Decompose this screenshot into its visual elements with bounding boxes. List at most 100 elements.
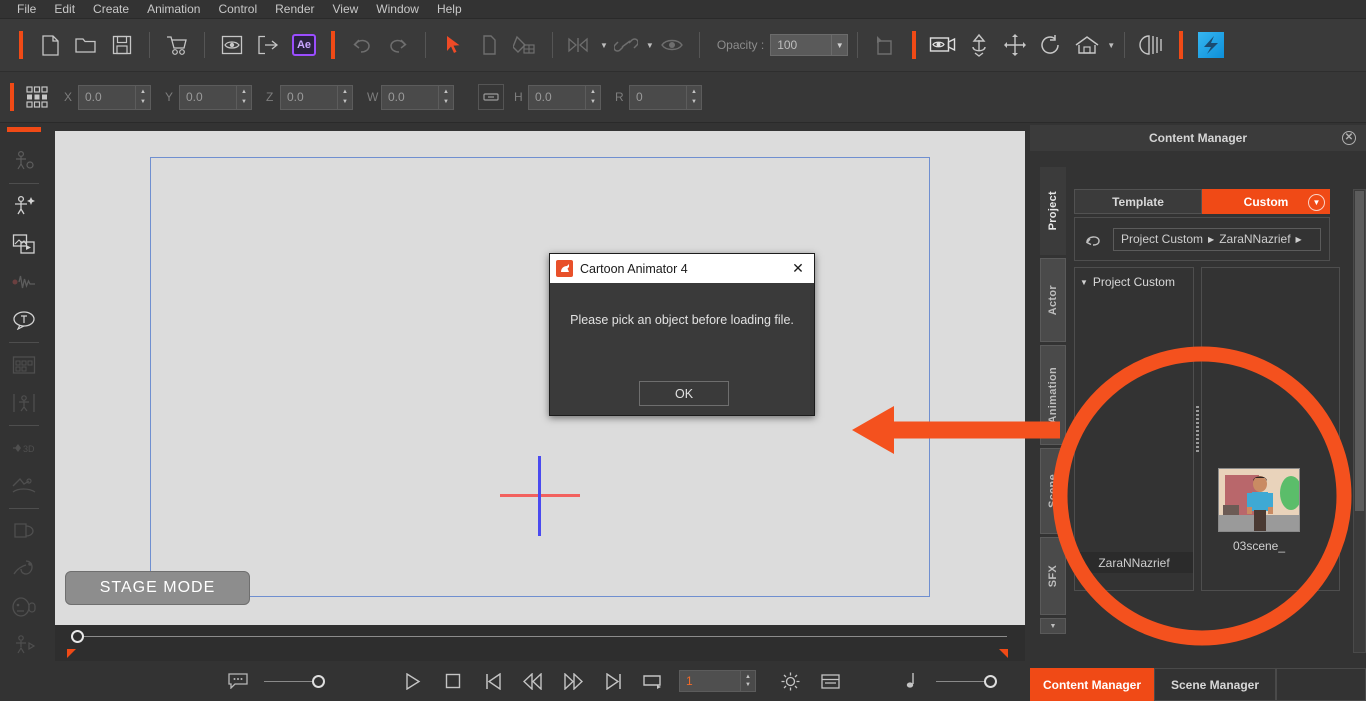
new-project-icon[interactable] — [35, 30, 65, 60]
scrubber-handle[interactable] — [71, 630, 84, 643]
dock-tab-scene-manager[interactable]: Scene Manager — [1154, 668, 1276, 701]
vertical-tab-actor[interactable]: Actor — [1040, 258, 1066, 342]
menu-item-edit[interactable]: Edit — [45, 0, 84, 19]
sidebar-item-sprite-editor[interactable] — [0, 346, 48, 384]
after-effects-icon[interactable]: Ae — [289, 30, 319, 60]
chevron-down-icon[interactable]: ▼ — [600, 41, 608, 50]
transform-stepper-z[interactable]: ▲ ▼ — [338, 84, 353, 110]
vertical-tab-scene[interactable]: Scene — [1040, 448, 1066, 534]
menu-item-window[interactable]: Window — [367, 0, 428, 19]
tab-custom[interactable]: Custom ▼ — [1202, 189, 1330, 214]
menu-item-render[interactable]: Render — [266, 0, 323, 19]
grid-icon[interactable] — [26, 86, 48, 108]
sidebar-item-character-composer[interactable] — [0, 142, 48, 180]
close-icon[interactable]: ✕ — [1342, 131, 1356, 145]
flatten-icon[interactable] — [870, 30, 900, 60]
menu-item-view[interactable]: View — [323, 0, 367, 19]
sidebar-item-body-puppet[interactable] — [0, 626, 48, 664]
close-icon[interactable]: ✕ — [790, 260, 806, 276]
transform-stepper-w[interactable]: ▲ ▼ — [439, 84, 454, 110]
fill-icon[interactable] — [510, 30, 540, 60]
brand-logo-icon[interactable] — [1198, 32, 1225, 58]
undo-icon[interactable] — [347, 30, 377, 60]
rotate-icon[interactable] — [1036, 30, 1066, 60]
preview-icon[interactable] — [217, 30, 247, 60]
sidebar-item-3d-settings[interactable]: 3D — [0, 429, 48, 467]
marketplace-cart-icon[interactable] — [162, 30, 192, 60]
subtitle-slider-handle[interactable] — [312, 674, 325, 688]
sidebar-item-motion-editor[interactable] — [0, 384, 48, 422]
timeline-scrubber[interactable] — [55, 625, 1025, 661]
export-icon[interactable] — [253, 30, 283, 60]
loop-button[interactable] — [638, 668, 668, 694]
menu-item-help[interactable]: Help — [428, 0, 471, 19]
gear-icon[interactable] — [775, 668, 805, 694]
anchor-icon[interactable] — [964, 30, 994, 60]
character-scene-thumbnail[interactable] — [1218, 468, 1300, 532]
item-grid[interactable]: 03scene_ — [1201, 267, 1340, 591]
stage-viewport[interactable]: STAGE MODE — [55, 131, 1025, 625]
back-arrow-icon[interactable] — [1075, 231, 1113, 247]
chevron-down-icon[interactable]: ▼ — [1107, 41, 1115, 50]
list-item[interactable]: 03scene_ — [1210, 468, 1308, 553]
scrollbar-thumb[interactable] — [1355, 191, 1364, 511]
timeline-icon[interactable] — [815, 668, 845, 694]
panel-scrollbar[interactable] — [1353, 189, 1366, 653]
link-ratio-icon[interactable] — [478, 84, 504, 110]
dock-tab-empty[interactable] — [1276, 668, 1366, 701]
sidebar-item-media-props[interactable] — [0, 225, 48, 263]
duplicate-icon[interactable] — [474, 30, 504, 60]
fast-forward-button[interactable] — [558, 668, 588, 694]
open-project-icon[interactable] — [71, 30, 101, 60]
ok-button[interactable]: OK — [639, 381, 729, 406]
volume-slider[interactable] — [936, 674, 997, 688]
eye-visibility-icon[interactable] — [657, 30, 687, 60]
home-icon[interactable] — [1072, 30, 1102, 60]
panel-splitter[interactable] — [1194, 267, 1201, 591]
opacity-input[interactable]: 100 — [770, 34, 833, 56]
sidebar-item-text-bubble[interactable] — [0, 301, 48, 339]
transform-input-y[interactable]: 0.0 — [179, 84, 237, 110]
tab-template[interactable]: Template — [1074, 189, 1202, 214]
breadcrumb[interactable]: Project Custom ▶ ZaraNNazrief ▶ — [1113, 227, 1321, 251]
chevron-down-icon[interactable]: ▼ — [1308, 194, 1325, 211]
transform-input-r[interactable]: 0 — [629, 84, 687, 110]
chevron-down-icon[interactable]: ▼ — [1080, 278, 1088, 287]
menu-item-control[interactable]: Control — [209, 0, 266, 19]
range-marker-start[interactable] — [67, 649, 76, 658]
move-icon[interactable] — [1000, 30, 1030, 60]
music-note-icon[interactable] — [895, 668, 925, 694]
transform-input-h[interactable]: 0.0 — [528, 84, 586, 110]
select-cursor-icon[interactable] — [438, 30, 468, 60]
opacity-dropdown-icon[interactable]: ▼ — [832, 34, 849, 56]
sidebar-item-face-puppet[interactable] — [0, 512, 48, 550]
sidebar-item-motion-path[interactable] — [0, 467, 48, 505]
transform-stepper-r[interactable]: ▲ ▼ — [687, 84, 702, 110]
stage-mode-button[interactable]: STAGE MODE — [65, 571, 250, 605]
go-to-end-button[interactable] — [598, 668, 628, 694]
chevron-down-icon[interactable]: ▼ — [646, 41, 654, 50]
stop-button[interactable] — [438, 668, 468, 694]
dock-tab-content-manager[interactable]: Content Manager — [1030, 668, 1154, 701]
tree-item-project-custom[interactable]: ▼ Project Custom — [1075, 273, 1193, 291]
sidebar-item-audio[interactable] — [0, 263, 48, 301]
align-icon[interactable] — [565, 30, 595, 60]
breadcrumb-child[interactable]: ZaraNNazrief — [1219, 232, 1290, 246]
subtitle-icon[interactable] — [223, 668, 253, 694]
go-to-start-button[interactable] — [478, 668, 508, 694]
category-scroll-down-icon[interactable]: ▼ — [1040, 618, 1066, 634]
sidebar-item-hand-puppet[interactable] — [0, 550, 48, 588]
menu-item-file[interactable]: File — [8, 0, 45, 19]
breadcrumb-root[interactable]: Project Custom — [1121, 232, 1203, 246]
menu-item-animation[interactable]: Animation — [138, 0, 209, 19]
play-button[interactable] — [398, 668, 428, 694]
sidebar-item-face-mouse-puppet[interactable] — [0, 588, 48, 626]
camera-icon[interactable] — [928, 30, 958, 60]
volume-slider-handle[interactable] — [984, 674, 997, 688]
transform-stepper-x[interactable]: ▲ ▼ — [136, 84, 151, 110]
folder-tree[interactable]: ▼ Project Custom ZaraNNazrief — [1074, 267, 1194, 591]
onion-skin-icon[interactable] — [1137, 30, 1167, 60]
vertical-tab-sfx[interactable]: SFX — [1040, 537, 1066, 615]
frame-stepper[interactable]: ▲ ▼ — [741, 670, 756, 692]
vertical-tab-project[interactable]: Project — [1040, 167, 1066, 255]
